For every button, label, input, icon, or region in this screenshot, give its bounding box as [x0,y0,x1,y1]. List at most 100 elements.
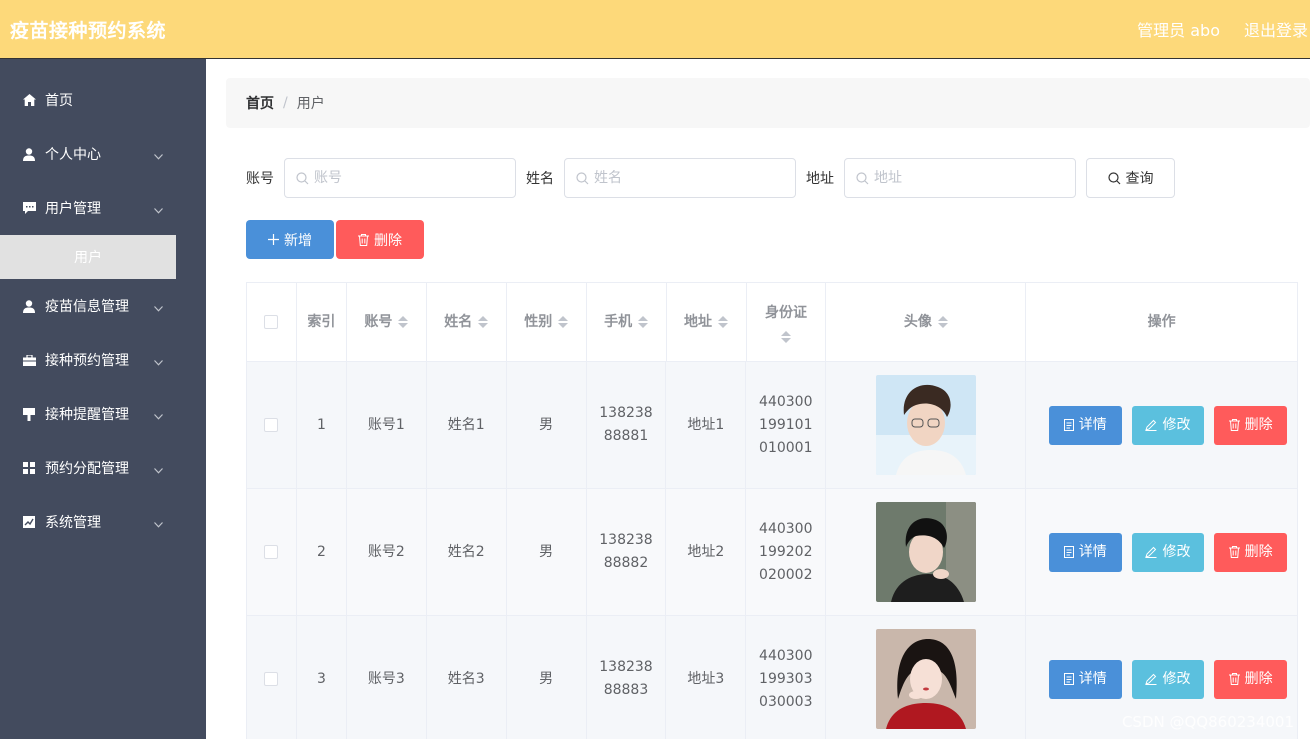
sidebar-item-label: 个人中心 [45,147,101,163]
home-icon [22,93,36,107]
header-gender[interactable]: 性别 [506,283,587,362]
address-input-wrapper [844,158,1076,198]
cell-idcard-text: 440300199202020002 [759,520,813,583]
header-phone-label: 手机 [604,313,633,330]
batch-delete-button[interactable]: 删除 [336,220,424,259]
avatar [875,502,976,602]
header-index: 索引 [296,283,347,362]
trash-icon [358,233,369,246]
edit-button-label: 修改 [1162,543,1191,560]
edit-button[interactable]: 修改 [1131,532,1205,572]
user-table: 索引 账号 姓名 性别 手机 地址 身份证 头像 操作 1 账号1 姓名1 男 … [246,282,1298,739]
sidebar-item-user-management[interactable]: 用户管理 [0,181,206,235]
select-all-checkbox[interactable] [264,315,279,329]
sort-icon[interactable] [718,316,729,328]
chevron-down-icon [154,148,163,160]
sidebar-item-vaccine-info[interactable]: 疫苗信息管理 [0,279,206,333]
query-button[interactable]: 查询 [1086,158,1175,198]
header-idcard[interactable]: 身份证 [746,283,827,362]
cell-address: 地址3 [666,616,747,739]
sort-icon[interactable] [558,316,569,328]
sidebar-item-label: 疫苗信息管理 [45,299,129,315]
delete-button-label: 删除 [1244,416,1273,433]
detail-button[interactable]: 详情 [1048,659,1122,699]
account-input-wrapper [284,158,516,198]
row-checkbox[interactable] [264,545,279,559]
sidebar-item-vaccination-booking[interactable]: 接种预约管理 [0,333,206,387]
delete-button[interactable]: 删除 [1214,659,1287,699]
cell-avatar [826,362,1026,489]
sort-icon[interactable] [398,316,409,328]
add-button[interactable]: 新增 [246,220,334,259]
header-avatar[interactable]: 头像 [826,283,1027,362]
sidebar-item-label: 首页 [45,93,73,109]
avatar [875,629,976,729]
header-idcard-label: 身份证 [764,304,807,321]
cell-phone-text: 13823888882 [599,532,653,571]
address-input[interactable] [874,170,1064,186]
edit-icon [1145,419,1157,431]
delete-button[interactable]: 删除 [1214,532,1287,572]
account-label: 账号 [246,171,274,187]
edit-button[interactable]: 修改 [1131,659,1205,699]
header-right: 管理员 abo 退出登录 [1113,17,1310,41]
document-icon [1063,673,1074,685]
name-label: 姓名 [526,171,554,187]
cell-name: 姓名2 [426,489,507,616]
breadcrumb: 首页 / 用户 [226,78,1310,128]
sidebar-item-label: 接种预约管理 [45,353,129,369]
search-icon [296,171,309,185]
trash-icon [1228,673,1240,685]
delete-button-label: 删除 [1244,543,1273,560]
header-address[interactable]: 地址 [666,283,747,362]
sidebar-item-booking-allocation[interactable]: 预约分配管理 [0,441,206,495]
header-account[interactable]: 账号 [346,283,427,362]
sidebar-item-vaccination-reminder[interactable]: 接种提醒管理 [0,387,206,441]
briefcase-icon [22,353,36,367]
chevron-down-icon [154,408,163,420]
edit-button[interactable]: 修改 [1131,405,1205,445]
user-icon [22,147,36,161]
breadcrumb-home[interactable]: 首页 [246,93,274,113]
sort-icon[interactable] [780,330,791,343]
top-header: 疫苗接种预约系统 管理员 abo 退出登录 [0,0,1310,59]
chart-icon [22,515,36,529]
delete-button-label: 删除 [1244,670,1273,687]
header-phone[interactable]: 手机 [586,283,667,362]
document-icon [1063,419,1074,431]
logout-link[interactable]: 退出登录 [1244,17,1308,41]
sidebar-item-label: 预约分配管理 [45,461,129,477]
header-gender-label: 性别 [524,313,553,330]
cell-operations: 详情 修改 删除 [1025,489,1298,616]
sidebar-item-label: 接种提醒管理 [45,407,129,423]
marker-icon [22,407,36,421]
sort-icon[interactable] [638,316,649,328]
cell-idcard: 440300199303030003 [746,616,827,739]
search-icon [1107,171,1121,185]
sidebar-item-profile[interactable]: 个人中心 [0,127,206,181]
breadcrumb-current: 用户 [296,96,325,112]
cell-gender: 男 [506,362,587,489]
sidebar-item-system[interactable]: 系统管理 [0,495,206,549]
detail-button[interactable]: 详情 [1048,532,1122,572]
header-select-all [247,283,297,362]
row-checkbox[interactable] [264,672,279,686]
row-select [247,489,297,616]
header-name[interactable]: 姓名 [426,283,507,362]
sidebar-item-home[interactable]: 首页 [0,73,206,127]
name-input[interactable] [594,170,784,186]
search-icon [576,171,589,185]
detail-button-label: 详情 [1078,670,1107,687]
chevron-down-icon [154,516,163,528]
cell-index: 2 [296,489,347,616]
cell-idcard: 440300199101010001 [746,362,827,489]
grid-icon [22,461,36,475]
sort-icon[interactable] [478,316,489,328]
cell-phone: 13823888881 [586,362,667,489]
sidebar-subitem-user[interactable]: 用户 [0,235,176,279]
sort-icon[interactable] [937,316,948,328]
delete-button[interactable]: 删除 [1214,405,1287,445]
account-input[interactable] [314,170,504,186]
row-checkbox[interactable] [264,418,279,432]
detail-button[interactable]: 详情 [1048,405,1122,445]
